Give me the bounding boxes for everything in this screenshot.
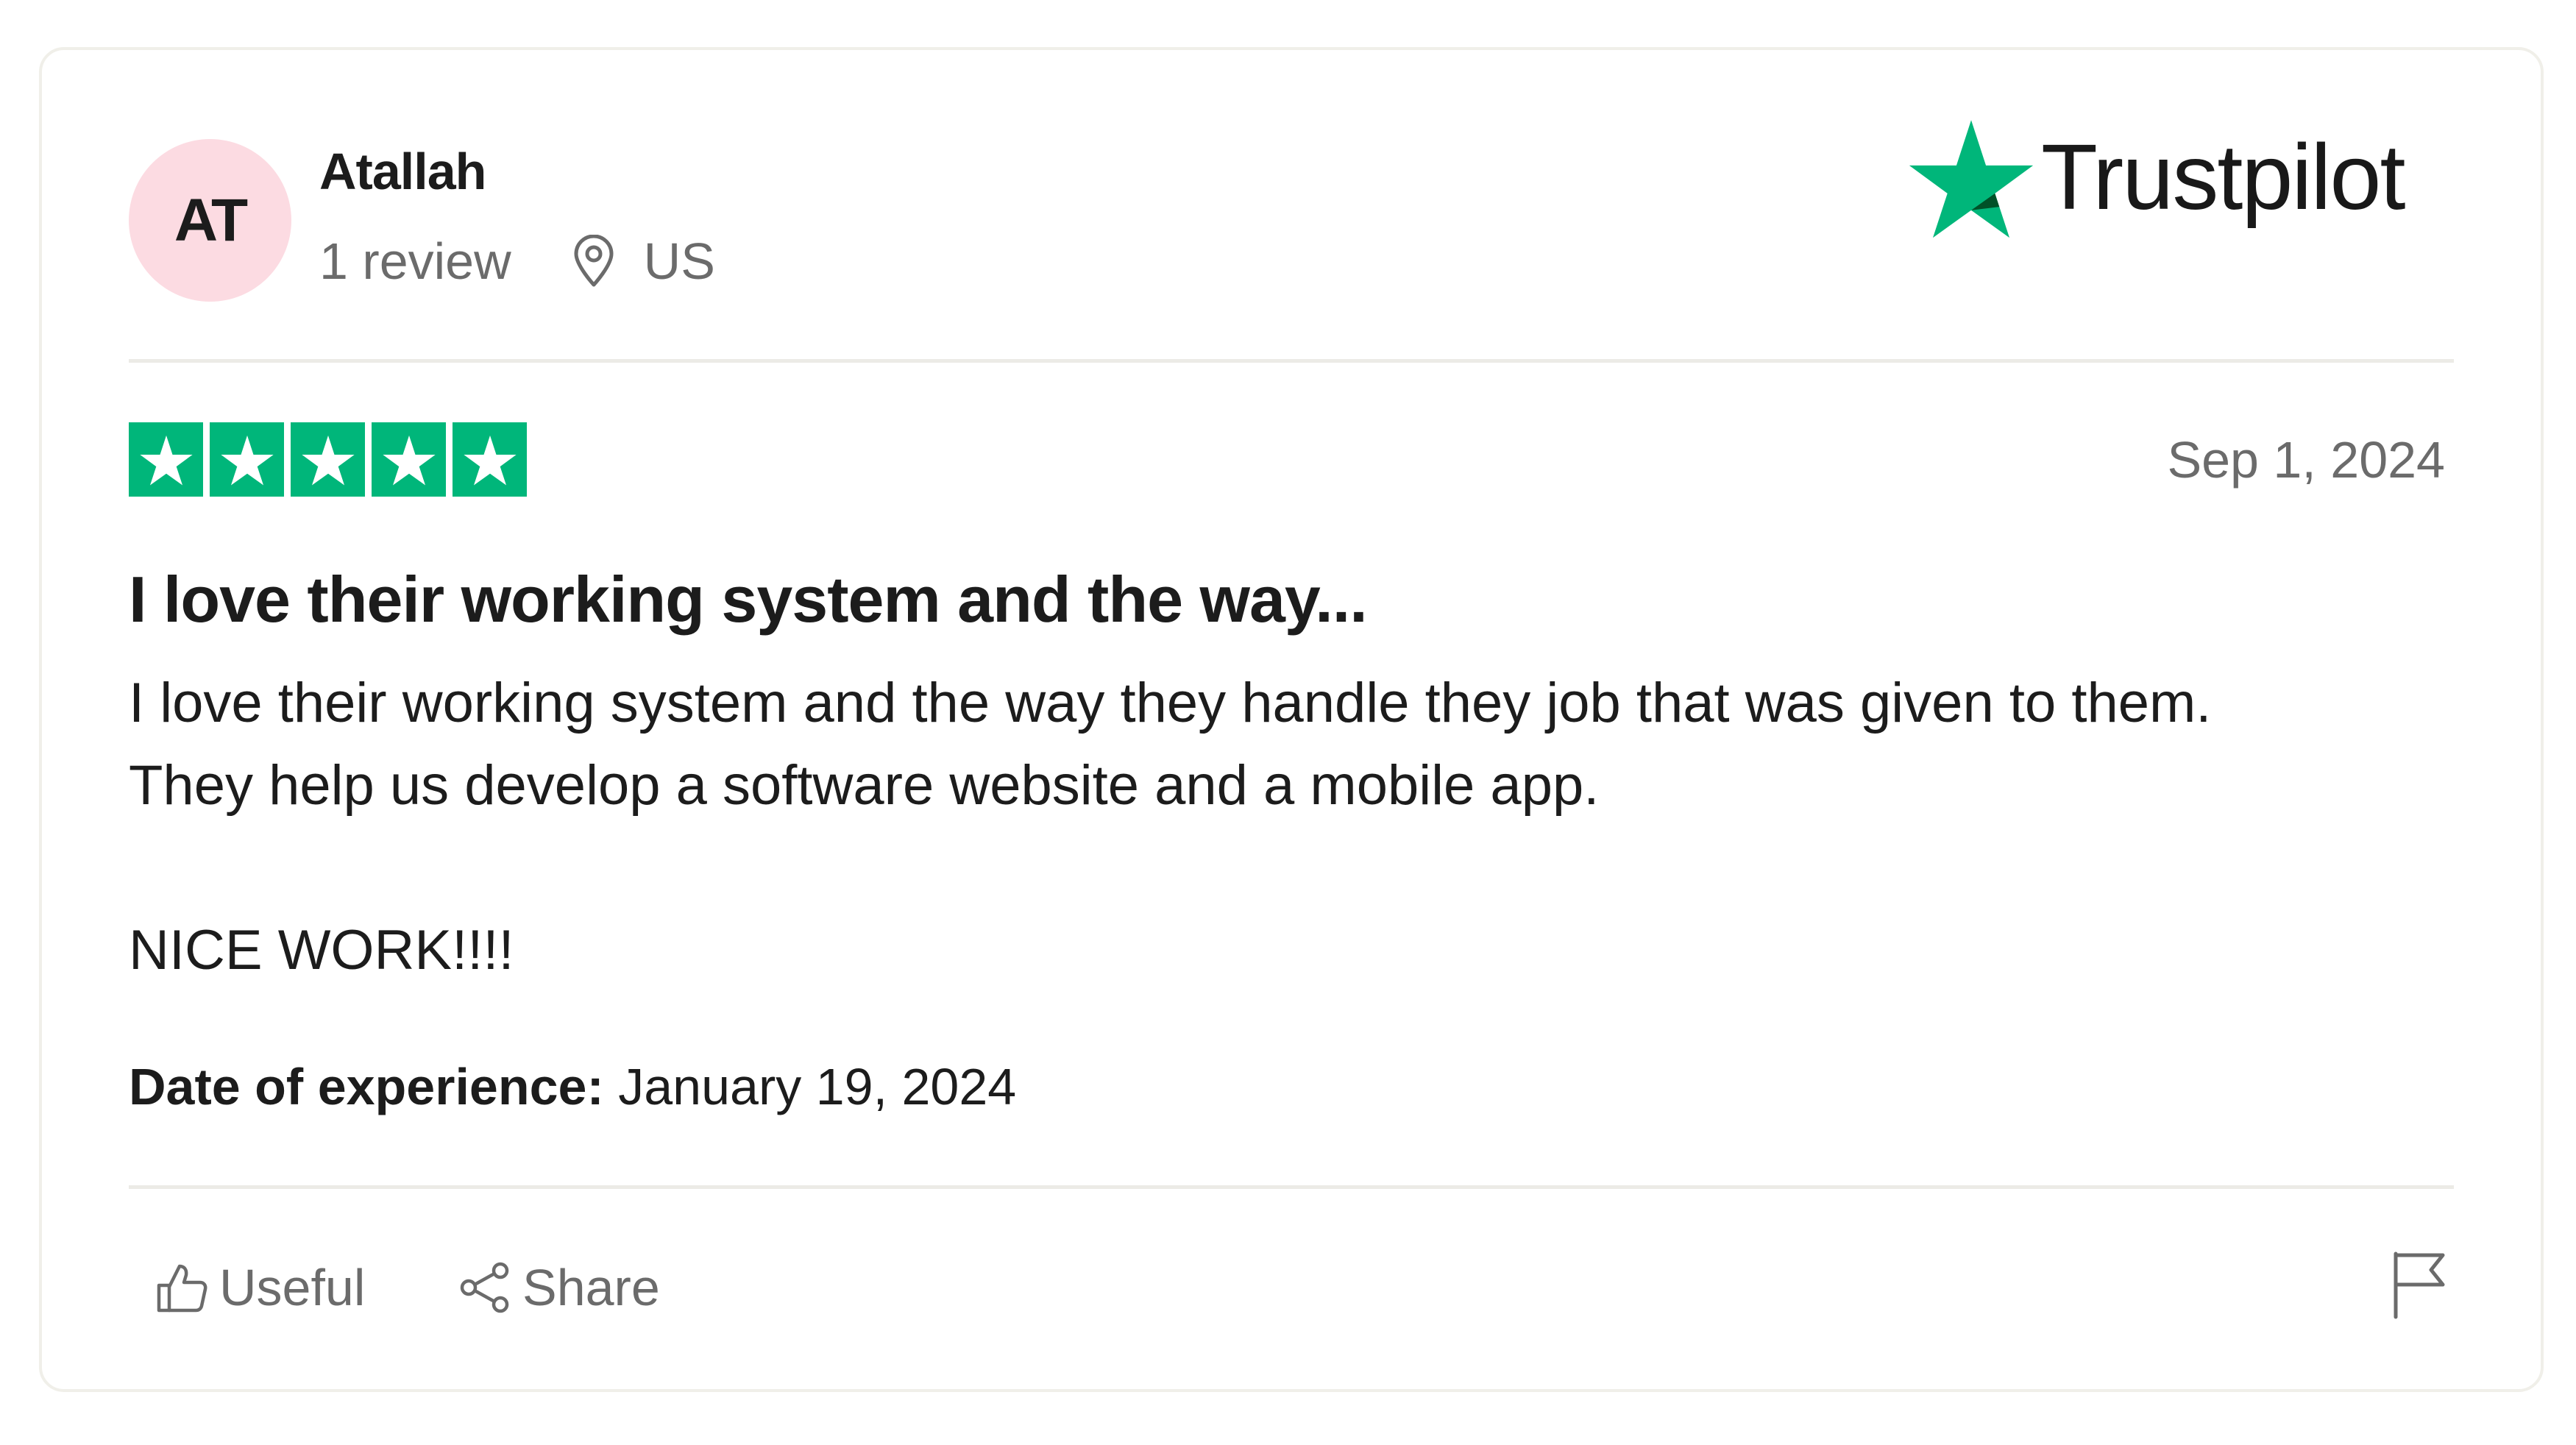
avatar-initials: AT [174, 186, 248, 254]
review-title[interactable]: I love their working system and the way.… [129, 559, 1368, 640]
brand-name: Trustpilot [2041, 125, 2405, 229]
review-body-line: I love their working system and the way … [129, 672, 2212, 734]
reviewer-name[interactable]: Atallah [319, 146, 486, 197]
share-button[interactable]: Share [458, 1251, 660, 1324]
star-icon [463, 435, 517, 486]
trustpilot-logo[interactable]: Trustpilot [1909, 115, 2405, 240]
star-rating [129, 422, 527, 497]
star-1 [129, 422, 203, 497]
star-icon [301, 435, 355, 486]
trustpilot-star-icon [1909, 119, 2034, 238]
star-5 [453, 422, 527, 497]
experience-date: January 19, 2024 [618, 1058, 1017, 1115]
useful-button[interactable]: Useful [155, 1251, 365, 1324]
star-icon [220, 435, 274, 486]
review-date: Sep 1, 2024 [2167, 431, 2445, 489]
share-label: Share [522, 1259, 660, 1316]
experience-label: Date of experience: [129, 1058, 604, 1115]
date-of-experience: Date of experience: January 19, 2024 [129, 1054, 1016, 1120]
star-icon [382, 435, 436, 486]
star-3 [291, 422, 365, 497]
share-icon [460, 1262, 509, 1313]
reviewer-country: US [643, 232, 715, 290]
star-icon [139, 435, 193, 486]
divider [129, 359, 2454, 363]
flag-icon[interactable] [2390, 1249, 2449, 1320]
reviewer-meta: 1 review US [319, 228, 715, 294]
avatar[interactable]: AT [129, 139, 291, 302]
review-body-line: They help us develop a software website … [129, 754, 1600, 817]
thumbs-up-icon [157, 1264, 207, 1313]
review-count: 1 review [319, 232, 511, 290]
useful-label: Useful [219, 1259, 366, 1316]
review-body-line: NICE WORK!!!! [129, 919, 514, 981]
location-pin-icon [574, 235, 614, 287]
review-body: I love their working system and the way … [129, 662, 2483, 992]
star-2 [210, 422, 284, 497]
star-4 [372, 422, 446, 497]
divider [129, 1185, 2454, 1189]
